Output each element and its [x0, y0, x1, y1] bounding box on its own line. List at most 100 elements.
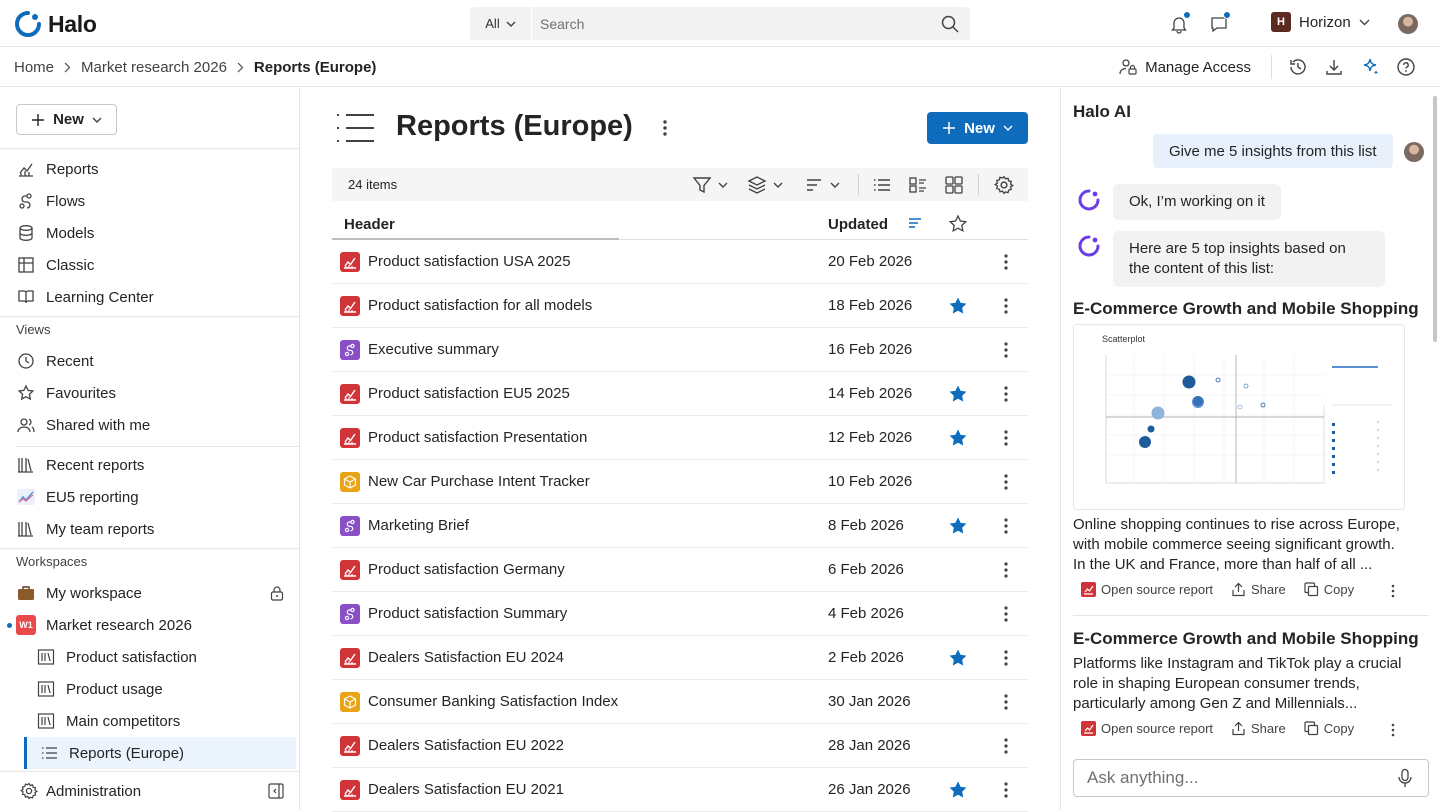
open-source-report-button[interactable]: Open source report: [1081, 582, 1213, 597]
insight-chart-thumbnail[interactable]: Scatterplot: [1073, 324, 1405, 510]
nav-item-product-usage[interactable]: Product usage: [36, 675, 316, 703]
search-scope-dropdown[interactable]: All: [470, 7, 532, 40]
table-row[interactable]: Product satisfaction USA 2025 20 Feb 2026: [332, 240, 1028, 284]
nav-item-shared-with-me[interactable]: Shared with me: [16, 411, 296, 439]
copy-button[interactable]: Copy: [1304, 721, 1354, 736]
more-vertical-icon[interactable]: [996, 340, 1016, 360]
ai-sparkle-button[interactable]: [1352, 49, 1388, 85]
more-vertical-icon[interactable]: [996, 780, 1016, 800]
more-vertical-icon[interactable]: [996, 560, 1016, 580]
history-button[interactable]: [1280, 49, 1316, 85]
nav-item-market-research-2026[interactable]: W1 Market research 2026: [7, 611, 296, 639]
nav-item-classic[interactable]: Classic: [16, 251, 296, 279]
table-row[interactable]: Marketing Brief 8 Feb 2026: [332, 504, 1028, 548]
row-title[interactable]: Product satisfaction Presentation: [368, 429, 587, 446]
administration-button[interactable]: Administration: [0, 771, 299, 810]
more-vertical-icon[interactable]: [996, 252, 1016, 272]
user-avatar[interactable]: [1398, 14, 1418, 34]
grid-view-button[interactable]: [944, 172, 964, 198]
more-vertical-icon[interactable]: [996, 648, 1016, 668]
nav-item-main-competitors[interactable]: Main competitors: [36, 707, 316, 735]
nav-new-button[interactable]: New: [16, 104, 117, 135]
row-title[interactable]: Dealers Satisfaction EU 2024: [368, 649, 564, 666]
collapse-panel-icon[interactable]: [267, 782, 285, 800]
row-title[interactable]: Product satisfaction Germany: [368, 561, 565, 578]
star-filled-icon[interactable]: [948, 428, 968, 448]
row-title[interactable]: Dealers Satisfaction EU 2022: [368, 737, 564, 754]
nav-item-product-satisfaction[interactable]: Product satisfaction: [36, 643, 316, 671]
more-vertical-icon[interactable]: [1385, 584, 1401, 598]
star-filled-icon[interactable]: [948, 780, 968, 800]
manage-access-button[interactable]: Manage Access: [1119, 55, 1272, 79]
nav-item-eu5-reporting[interactable]: EU5 reporting: [16, 483, 296, 511]
microphone-icon[interactable]: [1396, 768, 1414, 788]
nav-item-my-workspace[interactable]: My workspace: [16, 579, 296, 607]
more-vertical-icon[interactable]: [996, 692, 1016, 712]
nav-item-learning-center[interactable]: Learning Center: [16, 283, 296, 311]
row-title[interactable]: Product satisfaction Summary: [368, 605, 567, 622]
star-filled-icon[interactable]: [948, 516, 968, 536]
notifications-button[interactable]: [1167, 11, 1191, 36]
group-button[interactable]: [747, 172, 783, 198]
org-switcher[interactable]: H Horizon: [1271, 12, 1370, 32]
row-title[interactable]: Product satisfaction USA 2025: [368, 253, 571, 270]
more-vertical-icon[interactable]: [996, 384, 1016, 404]
open-source-report-button[interactable]: Open source report: [1081, 721, 1213, 736]
more-vertical-icon[interactable]: [996, 736, 1016, 756]
nav-item-recent[interactable]: Recent: [16, 347, 296, 375]
table-row[interactable]: Product satisfaction EU5 2025 14 Feb 2026: [332, 372, 1028, 416]
list-settings-button[interactable]: [994, 172, 1014, 198]
sort-descending-icon[interactable]: [908, 217, 922, 231]
table-row[interactable]: Product satisfaction Presentation 12 Feb …: [332, 416, 1028, 460]
breadcrumb-workspace[interactable]: Market research 2026: [81, 59, 227, 76]
share-button[interactable]: Share: [1231, 721, 1286, 736]
row-title[interactable]: Product satisfaction EU5 2025: [368, 385, 570, 402]
nav-item-reports[interactable]: Reports: [16, 155, 296, 183]
compact-view-button[interactable]: [908, 172, 928, 198]
row-title[interactable]: Executive summary: [368, 341, 499, 358]
table-row[interactable]: Dealers Satisfaction EU 2022 28 Jan 2026: [332, 724, 1028, 768]
filter-button[interactable]: [692, 172, 728, 198]
nav-item-favourites[interactable]: Favourites: [16, 379, 296, 407]
table-row[interactable]: Dealers Satisfaction EU 2021 26 Jan 2026: [332, 768, 1028, 812]
search-input[interactable]: [532, 7, 930, 40]
copy-button[interactable]: Copy: [1304, 582, 1354, 597]
ai-panel-scrollbar[interactable]: [1433, 96, 1437, 342]
app-logo[interactable]: Halo: [14, 10, 97, 38]
table-row[interactable]: Product satisfaction for all models 18 Fe…: [332, 284, 1028, 328]
nav-item-models[interactable]: Models: [16, 219, 296, 247]
nav-item-reports-europe[interactable]: Reports (Europe): [24, 737, 296, 769]
row-title[interactable]: Consumer Banking Satisfaction Index: [368, 693, 618, 710]
share-button[interactable]: Share: [1231, 582, 1286, 597]
more-vertical-icon[interactable]: [656, 118, 674, 138]
row-title[interactable]: Dealers Satisfaction EU 2021: [368, 781, 564, 798]
nav-item-recent-reports[interactable]: Recent reports: [16, 451, 296, 479]
table-row[interactable]: Product satisfaction Summary 4 Feb 2026: [332, 592, 1028, 636]
list-view-button[interactable]: [872, 172, 892, 198]
table-row[interactable]: Executive summary 16 Feb 2026: [332, 328, 1028, 372]
star-filled-icon[interactable]: [948, 384, 968, 404]
table-row[interactable]: New Car Purchase Intent Tracker 10 Feb 20…: [332, 460, 1028, 504]
row-title[interactable]: New Car Purchase Intent Tracker: [368, 473, 590, 490]
star-filled-icon[interactable]: [948, 648, 968, 668]
row-title[interactable]: Marketing Brief: [368, 517, 469, 534]
nav-item-flows[interactable]: Flows: [16, 187, 296, 215]
breadcrumb-home[interactable]: Home: [14, 59, 54, 76]
more-vertical-icon[interactable]: [996, 516, 1016, 536]
column-header-updated[interactable]: Updated: [828, 216, 888, 233]
star-filled-icon[interactable]: [948, 296, 968, 316]
help-button[interactable]: [1388, 49, 1424, 85]
column-header-header[interactable]: Header: [344, 216, 395, 233]
table-row[interactable]: Product satisfaction Germany 6 Feb 2026: [332, 548, 1028, 592]
nav-item-my-team-reports[interactable]: My team reports: [16, 515, 296, 543]
more-vertical-icon[interactable]: [996, 604, 1016, 624]
messages-button[interactable]: [1207, 11, 1231, 36]
table-row[interactable]: Consumer Banking Satisfaction Index 30 Ja…: [332, 680, 1028, 724]
more-vertical-icon[interactable]: [1385, 723, 1401, 737]
download-button[interactable]: [1316, 49, 1352, 85]
search-button[interactable]: [930, 7, 970, 40]
more-vertical-icon[interactable]: [996, 428, 1016, 448]
row-title[interactable]: Product satisfaction for all models: [368, 297, 592, 314]
sort-button[interactable]: [804, 172, 840, 198]
ask-input[interactable]: [1087, 768, 1396, 788]
